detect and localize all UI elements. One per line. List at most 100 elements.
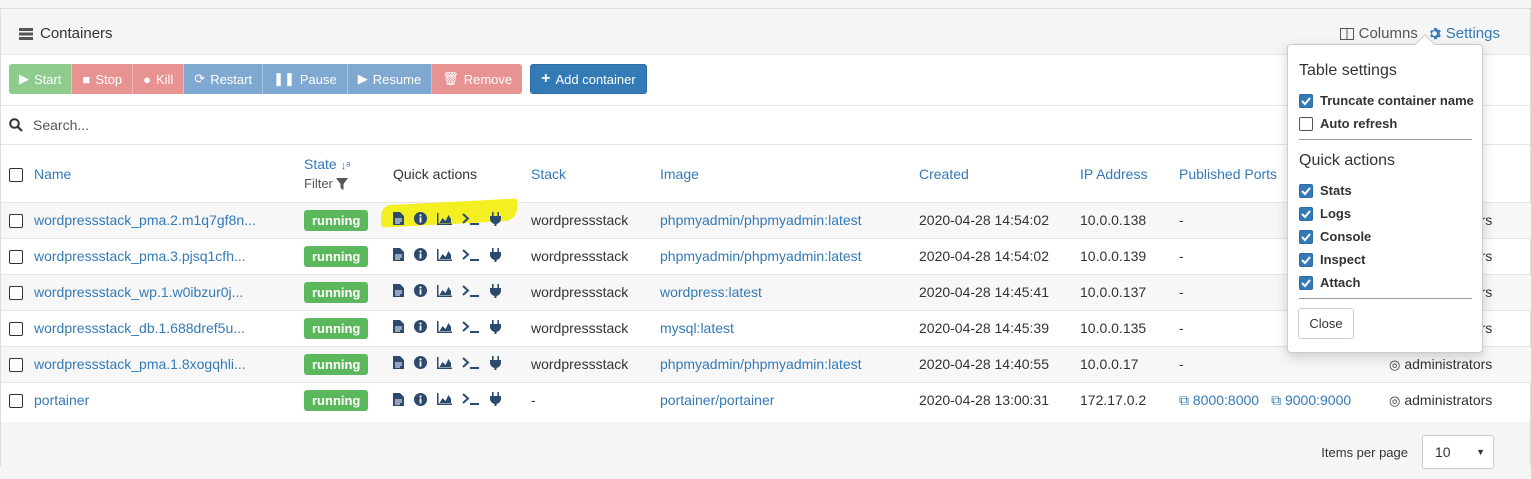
- file-icon[interactable]: [393, 248, 404, 262]
- state-filter[interactable]: Filter: [304, 176, 393, 191]
- truncate-name-option[interactable]: Truncate container name: [1299, 93, 1474, 108]
- file-icon[interactable]: [393, 320, 404, 334]
- stack-cell: wordpressstack: [531, 273, 660, 310]
- table-settings-title: Table settings: [1299, 62, 1397, 79]
- container-name-link[interactable]: wordpressstack_pma.2.m1q7gf8n...: [34, 212, 256, 228]
- info-icon[interactable]: [414, 248, 427, 262]
- ports-column-header[interactable]: Published Ports: [1179, 166, 1277, 182]
- restart-button[interactable]: ⟳ Restart: [184, 64, 264, 94]
- row-checkbox[interactable]: [9, 286, 23, 301]
- checkbox-unchecked-icon[interactable]: [1299, 116, 1313, 131]
- plug-icon[interactable]: [490, 211, 501, 226]
- checkbox-checked-icon[interactable]: [1299, 229, 1313, 244]
- terminal-icon[interactable]: [462, 357, 480, 369]
- eye-slash-icon: ◎: [1389, 392, 1401, 408]
- kill-button[interactable]: ● Kill: [133, 64, 185, 94]
- plug-icon[interactable]: [490, 319, 501, 334]
- checkbox-checked-icon[interactable]: [1299, 206, 1313, 221]
- plug-icon[interactable]: [490, 283, 501, 298]
- refresh-icon: ⟳: [194, 71, 206, 86]
- chart-icon[interactable]: [437, 393, 452, 405]
- plug-icon[interactable]: [490, 392, 501, 406]
- state-header-label: State: [304, 156, 337, 173]
- search-input[interactable]: [31, 116, 631, 134]
- info-icon[interactable]: [414, 392, 427, 406]
- file-icon[interactable]: [393, 212, 404, 226]
- port-label: 8000:8000: [1192, 391, 1260, 408]
- settings-toggle[interactable]: Settings: [1428, 25, 1500, 42]
- chart-icon[interactable]: [437, 320, 452, 333]
- chart-icon[interactable]: [437, 356, 452, 369]
- plug-icon[interactable]: [490, 247, 501, 262]
- file-icon[interactable]: [393, 392, 404, 406]
- info-icon[interactable]: [414, 212, 427, 226]
- checkbox-checked-icon[interactable]: [1299, 275, 1313, 290]
- add-container-button[interactable]: + Add container: [530, 64, 647, 94]
- status-badge: running: [304, 389, 369, 411]
- inspect-option[interactable]: Inspect: [1299, 252, 1366, 267]
- image-link[interactable]: wordpress:latest: [660, 284, 762, 300]
- logs-option[interactable]: Logs: [1299, 206, 1351, 221]
- image-link[interactable]: phpmyadmin/phpmyadmin:latest: [660, 248, 862, 264]
- checkbox-checked-icon[interactable]: [1299, 252, 1313, 267]
- row-checkbox[interactable]: [9, 214, 23, 229]
- container-name-link[interactable]: wordpressstack_pma.3.pjsq1cfh...: [34, 248, 246, 264]
- file-icon[interactable]: [393, 356, 404, 370]
- pause-button[interactable]: ❚❚ Pause: [263, 64, 348, 94]
- stats-option[interactable]: Stats: [1299, 183, 1352, 198]
- created-column-header[interactable]: Created: [919, 166, 969, 182]
- info-icon[interactable]: [414, 284, 427, 298]
- columns-toggle[interactable]: Columns: [1339, 25, 1418, 42]
- terminal-icon[interactable]: [462, 249, 480, 261]
- close-button[interactable]: Close: [1298, 308, 1354, 339]
- image-link[interactable]: phpmyadmin/phpmyadmin:latest: [660, 356, 862, 372]
- terminal-icon[interactable]: [462, 213, 480, 225]
- terminal-icon[interactable]: [462, 321, 480, 333]
- filter-icon: [335, 177, 348, 190]
- row-checkbox[interactable]: [9, 394, 23, 409]
- resume-button[interactable]: ▶ Resume: [347, 64, 433, 94]
- stack-cell: wordpressstack: [531, 345, 660, 382]
- info-icon[interactable]: [414, 356, 427, 370]
- file-icon[interactable]: [393, 284, 404, 298]
- chart-icon[interactable]: [437, 248, 452, 261]
- checkbox-checked-icon[interactable]: [1299, 93, 1313, 108]
- remove-button[interactable]: 🗑 Remove: [432, 64, 523, 94]
- console-option[interactable]: Console: [1299, 229, 1371, 244]
- stack-column-header[interactable]: Stack: [531, 166, 566, 182]
- items-per-page-select[interactable]: 10 ▼: [1422, 435, 1494, 469]
- ip-column-header[interactable]: IP Address: [1080, 166, 1147, 182]
- attach-option[interactable]: Attach: [1299, 275, 1360, 290]
- port-link[interactable]: ⧉ 9000:9000: [1271, 392, 1351, 408]
- stop-button[interactable]: ■ Stop: [72, 64, 134, 94]
- quick-actions: [381, 198, 517, 228]
- container-name-link[interactable]: wordpressstack_db.1.688dref5u...: [34, 320, 245, 336]
- image-link[interactable]: portainer/portainer: [660, 392, 774, 408]
- terminal-icon[interactable]: [462, 393, 480, 405]
- container-name-link[interactable]: wordpressstack_pma.1.8xogqhli...: [34, 356, 246, 372]
- row-checkbox[interactable]: [9, 250, 23, 265]
- image-column-header[interactable]: Image: [660, 166, 699, 182]
- name-column-header[interactable]: Name: [34, 166, 71, 182]
- checkbox-checked-icon[interactable]: [1299, 183, 1313, 198]
- auto-refresh-label: Auto refresh: [1320, 116, 1398, 131]
- chart-icon[interactable]: [437, 284, 452, 297]
- image-link[interactable]: mysql:latest: [660, 320, 734, 336]
- port-link[interactable]: ⧉ 8000:8000: [1179, 392, 1259, 408]
- inspect-label: Inspect: [1320, 252, 1366, 267]
- terminal-icon[interactable]: [462, 285, 480, 297]
- plug-icon[interactable]: [490, 355, 501, 370]
- row-checkbox[interactable]: [9, 322, 23, 337]
- image-link[interactable]: phpmyadmin/phpmyadmin:latest: [660, 212, 862, 228]
- state-column-header[interactable]: State ↓ᵃ: [304, 156, 350, 172]
- select-all-checkbox[interactable]: [9, 167, 23, 182]
- attach-label: Attach: [1320, 275, 1361, 290]
- container-name-link[interactable]: wordpressstack_wp.1.w0ibzur0j...: [34, 284, 243, 300]
- row-checkbox[interactable]: [9, 358, 23, 373]
- chart-icon[interactable]: [437, 212, 452, 225]
- container-name-link[interactable]: portainer: [34, 392, 89, 408]
- info-icon[interactable]: [414, 320, 427, 334]
- status-badge: running: [304, 209, 369, 231]
- start-button[interactable]: ▶ Start: [9, 64, 73, 94]
- auto-refresh-option[interactable]: Auto refresh: [1299, 116, 1397, 131]
